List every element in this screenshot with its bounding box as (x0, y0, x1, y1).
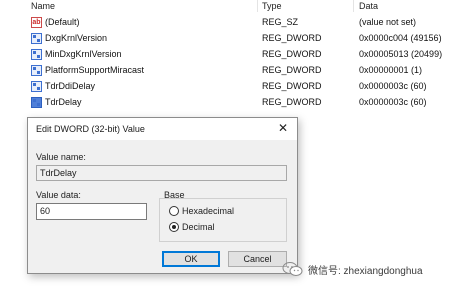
dword-value-icon (31, 81, 42, 92)
registry-value-row[interactable]: TdrDdiDelay REG_DWORD 0x0000003c (60) (0, 79, 455, 95)
list-header: Name Type Data (0, 0, 455, 13)
registry-value-row[interactable]: DxgKrnlVersion REG_DWORD 0x0000c004 (491… (0, 31, 455, 47)
column-divider[interactable] (257, 0, 258, 12)
dword-value-icon (31, 49, 42, 60)
value-name: (Default) (45, 17, 80, 27)
value-type: REG_DWORD (262, 97, 322, 107)
registry-value-row[interactable]: PlatformSupportMiracast REG_DWORD 0x0000… (0, 63, 455, 79)
value-name: TdrDdiDelay (45, 81, 96, 91)
dword-value-icon (31, 97, 42, 108)
registry-value-row-selected[interactable]: TdrDelay REG_DWORD 0x0000003c (60) (0, 95, 455, 111)
value-type: REG_DWORD (262, 49, 322, 59)
column-header-data[interactable]: Data (359, 1, 378, 11)
value-type: REG_DWORD (262, 33, 322, 43)
hexadecimal-radio[interactable] (169, 206, 179, 216)
value-name-field: TdrDelay (36, 165, 287, 181)
value-data: (value not set) (359, 17, 417, 27)
value-name: DxgKrnlVersion (45, 33, 108, 43)
value-name: MinDxgKrnlVersion (45, 49, 122, 59)
value-data: 0x00000001 (1) (359, 65, 423, 75)
decimal-label[interactable]: Decimal (182, 222, 215, 232)
value-data: 0x0000003c (60) (359, 97, 427, 107)
value-name: TdrDelay (45, 97, 82, 107)
value-type: REG_DWORD (262, 65, 322, 75)
value-data: 0x0000003c (60) (359, 81, 427, 91)
column-divider[interactable] (353, 0, 354, 12)
wechat-icon (282, 262, 303, 276)
watermark-text: 微信号: zhexiangdonghua (308, 266, 423, 277)
value-name: PlatformSupportMiracast (45, 65, 145, 75)
value-data-input[interactable]: 60 (36, 203, 147, 220)
column-header-type[interactable]: Type (262, 1, 282, 11)
value-name-label: Value name: (36, 152, 86, 162)
registry-value-row[interactable]: MinDxgKrnlVersion REG_DWORD 0x00005013 (… (0, 47, 455, 63)
dword-value-icon (31, 65, 42, 76)
decimal-radio[interactable] (169, 222, 179, 232)
edit-dword-dialog: Edit DWORD (32-bit) Value ✕ Value name: … (27, 117, 298, 274)
value-data: 0x0000c004 (49156) (359, 33, 442, 43)
value-data: 0x00005013 (20499) (359, 49, 443, 59)
value-data-label: Value data: (36, 190, 81, 200)
hexadecimal-label[interactable]: Hexadecimal (182, 206, 234, 216)
dialog-title-bar[interactable]: Edit DWORD (32-bit) Value ✕ (28, 118, 297, 140)
cancel-button[interactable]: Cancel (228, 251, 287, 267)
ok-button[interactable]: OK (162, 251, 220, 267)
value-type: REG_DWORD (262, 81, 322, 91)
dword-value-icon (31, 33, 42, 44)
close-icon[interactable]: ✕ (273, 120, 293, 137)
column-header-name[interactable]: Name (31, 1, 55, 11)
dialog-title: Edit DWORD (32-bit) Value (36, 124, 145, 134)
value-type: REG_SZ (262, 17, 299, 27)
registry-value-row[interactable]: ab (Default) REG_SZ (value not set) (0, 15, 455, 31)
string-value-icon: ab (31, 17, 42, 28)
base-group (159, 198, 287, 242)
